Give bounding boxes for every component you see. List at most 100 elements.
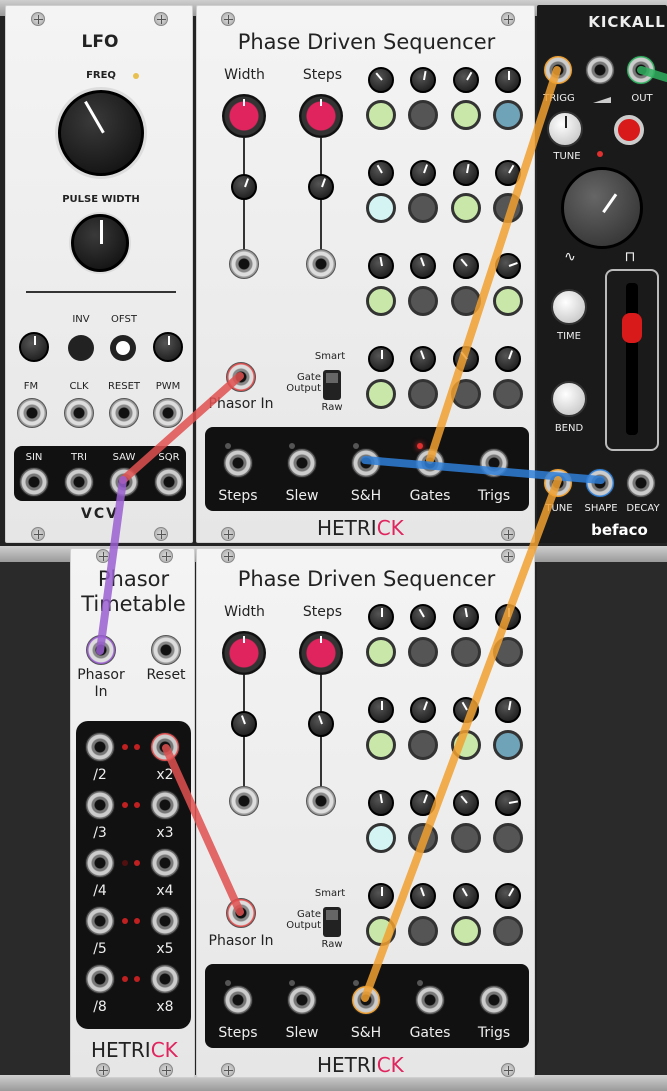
width-attenuator-knob[interactable]	[231, 711, 257, 737]
mul3-output-jack[interactable]	[150, 790, 180, 820]
step-knob[interactable]	[495, 604, 521, 630]
step-gate-button[interactable]	[451, 193, 481, 223]
reset-input-jack[interactable]	[151, 635, 181, 665]
mul4-output-jack[interactable]	[150, 848, 180, 878]
tri-output-jack[interactable]	[64, 467, 94, 497]
step-gate-button[interactable]	[408, 379, 438, 409]
step-knob[interactable]	[453, 883, 479, 909]
div8-output-jack[interactable]	[85, 964, 115, 994]
pulse-width-knob[interactable]	[71, 214, 129, 272]
step-gate-button[interactable]	[366, 916, 396, 946]
step-gate-button[interactable]	[451, 823, 481, 853]
slew-output-jack[interactable]	[287, 448, 317, 478]
out-output-jack[interactable]	[626, 55, 656, 85]
width-attenuator-knob[interactable]	[231, 174, 257, 200]
gate-output-switch[interactable]	[323, 907, 341, 937]
tune-knob[interactable]	[547, 111, 583, 147]
decay-cv-jack[interactable]	[626, 468, 656, 498]
trigg-input-jack[interactable]	[543, 55, 573, 85]
step-knob[interactable]	[368, 883, 394, 909]
step-knob[interactable]	[368, 160, 394, 186]
step-knob[interactable]	[410, 346, 436, 372]
step-gate-button[interactable]	[408, 286, 438, 316]
step-knob[interactable]	[410, 67, 436, 93]
sample-hold-output-jack[interactable]	[351, 448, 381, 478]
ofst-button[interactable]	[110, 335, 136, 361]
step-gate-button[interactable]	[408, 100, 438, 130]
step-gate-button[interactable]	[451, 100, 481, 130]
decay-slider-handle[interactable]	[622, 313, 642, 343]
step-knob[interactable]	[410, 790, 436, 816]
gates-output-jack[interactable]	[415, 985, 445, 1015]
step-knob[interactable]	[495, 697, 521, 723]
step-gate-button[interactable]	[451, 730, 481, 760]
steps-knob[interactable]	[299, 631, 343, 675]
step-knob[interactable]	[495, 790, 521, 816]
reset-input-jack[interactable]	[109, 398, 139, 428]
mul8-output-jack[interactable]	[150, 964, 180, 994]
div4-output-jack[interactable]	[85, 848, 115, 878]
bend-knob[interactable]	[551, 381, 587, 417]
step-gate-button[interactable]	[366, 823, 396, 853]
fm-attenuator-knob[interactable]	[19, 332, 49, 362]
step-knob[interactable]	[410, 160, 436, 186]
step-gate-button[interactable]	[493, 823, 523, 853]
gates-output-jack[interactable]	[415, 448, 445, 478]
step-knob[interactable]	[453, 346, 479, 372]
step-gate-button[interactable]	[408, 823, 438, 853]
step-gate-button[interactable]	[493, 916, 523, 946]
step-gate-button[interactable]	[366, 193, 396, 223]
width-cv-jack[interactable]	[229, 786, 259, 816]
step-gate-button[interactable]	[366, 730, 396, 760]
trigs-output-jack[interactable]	[479, 985, 509, 1015]
step-knob[interactable]	[495, 253, 521, 279]
phasor-in-jack[interactable]	[226, 898, 256, 928]
step-gate-button[interactable]	[493, 637, 523, 667]
step-gate-button[interactable]	[451, 637, 481, 667]
step-knob[interactable]	[453, 160, 479, 186]
steps-output-jack[interactable]	[223, 448, 253, 478]
step-gate-button[interactable]	[493, 100, 523, 130]
step-knob[interactable]	[368, 67, 394, 93]
step-knob[interactable]	[368, 790, 394, 816]
step-gate-button[interactable]	[408, 637, 438, 667]
step-gate-button[interactable]	[408, 730, 438, 760]
tune-cv-jack[interactable]	[543, 468, 573, 498]
step-gate-button[interactable]	[366, 286, 396, 316]
div3-output-jack[interactable]	[85, 790, 115, 820]
time-knob[interactable]	[551, 289, 587, 325]
div5-output-jack[interactable]	[85, 906, 115, 936]
step-knob[interactable]	[410, 697, 436, 723]
pwm-input-jack[interactable]	[153, 398, 183, 428]
step-gate-button[interactable]	[493, 730, 523, 760]
pwm-attenuator-knob[interactable]	[153, 332, 183, 362]
width-knob[interactable]	[222, 631, 266, 675]
step-gate-button[interactable]	[493, 193, 523, 223]
step-knob[interactable]	[453, 253, 479, 279]
clk-input-jack[interactable]	[64, 398, 94, 428]
step-knob[interactable]	[410, 604, 436, 630]
step-gate-button[interactable]	[408, 916, 438, 946]
freq-knob[interactable]	[58, 90, 144, 176]
step-knob[interactable]	[368, 253, 394, 279]
step-knob[interactable]	[368, 697, 394, 723]
steps-output-jack[interactable]	[223, 985, 253, 1015]
shape-cv-jack[interactable]	[585, 468, 615, 498]
step-knob[interactable]	[368, 604, 394, 630]
saw-output-jack[interactable]	[109, 467, 139, 497]
step-gate-button[interactable]	[451, 916, 481, 946]
fm-input-jack[interactable]	[17, 398, 47, 428]
steps-cv-jack[interactable]	[306, 786, 336, 816]
step-knob[interactable]	[495, 160, 521, 186]
slew-output-jack[interactable]	[287, 985, 317, 1015]
phasor-in-jack[interactable]	[226, 362, 256, 392]
steps-attenuator-knob[interactable]	[308, 711, 334, 737]
sqr-output-jack[interactable]	[154, 467, 184, 497]
width-knob[interactable]	[222, 94, 266, 138]
step-gate-button[interactable]	[451, 379, 481, 409]
width-cv-jack[interactable]	[229, 249, 259, 279]
sample-hold-output-jack[interactable]	[351, 985, 381, 1015]
mul2-output-jack[interactable]	[150, 732, 180, 762]
step-gate-button[interactable]	[366, 100, 396, 130]
step-knob[interactable]	[410, 883, 436, 909]
